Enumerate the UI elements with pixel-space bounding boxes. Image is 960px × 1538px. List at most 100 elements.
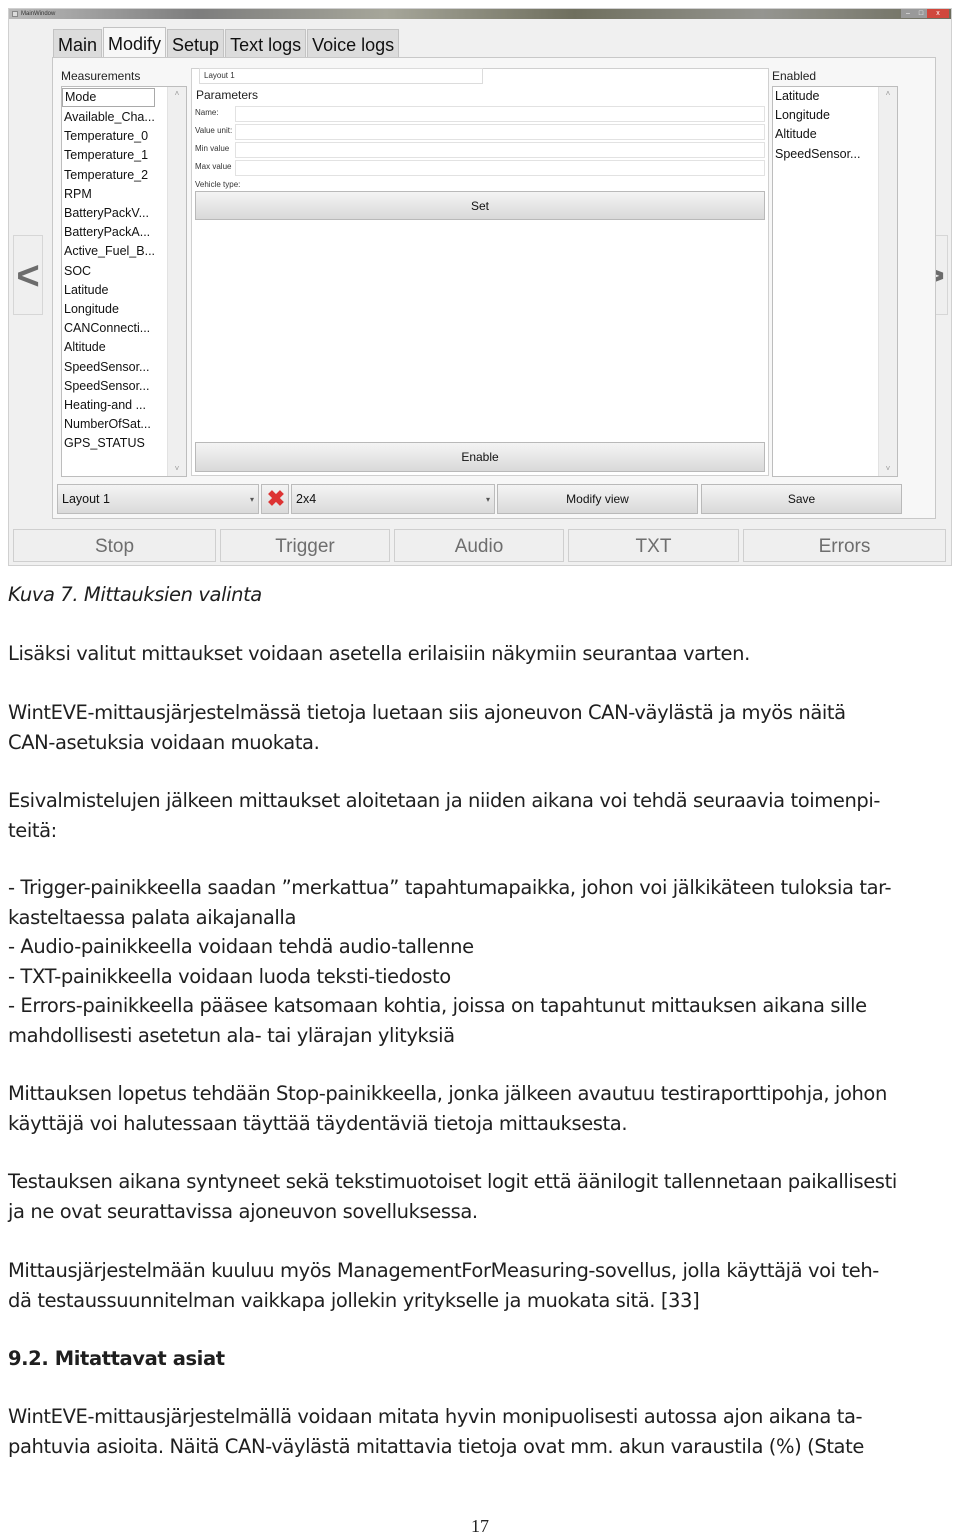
list-item[interactable]: Available_Cha... xyxy=(62,108,167,127)
param-row-min-value: Min value xyxy=(195,142,767,158)
page-number: 17 xyxy=(471,1516,489,1536)
tab-modify[interactable]: Modify xyxy=(103,27,167,57)
trigger-button[interactable]: Trigger xyxy=(220,529,390,562)
paragraph-2: WintEVE-mittausjärjestelmässä tietoja lu… xyxy=(8,698,952,757)
name-label: Name: xyxy=(195,108,219,117)
paragraph-line: Testauksen aikana syntyneet sekä tekstim… xyxy=(8,1170,897,1193)
previous-page-button[interactable]: < xyxy=(13,235,43,315)
paragraph-line: Mittausjärjestelmään kuuluu myös Managem… xyxy=(8,1259,879,1282)
enabled-list: Latitude Longitude Altitude SpeedSensor... … xyxy=(772,86,898,477)
layout-select[interactable]: Layout 1 ▾ xyxy=(57,484,259,514)
paragraph-3: Esivalmistelujen jälkeen mittaukset aloi… xyxy=(8,786,952,845)
max-value-label: Max value xyxy=(195,162,232,171)
list-item[interactable]: Temperature_2 xyxy=(62,166,167,185)
min-value-label: Min value xyxy=(195,144,230,153)
window-titlebar: MainWindow – □ x xyxy=(9,9,951,19)
parameters-title: Parameters xyxy=(196,88,259,102)
list-item[interactable]: Heating-and ... xyxy=(62,396,167,415)
scroll-down-icon[interactable]: ˅ xyxy=(168,462,186,476)
list-item[interactable]: CANConnecti... xyxy=(62,319,167,338)
list-item[interactable]: Temperature_1 xyxy=(62,146,167,165)
list-item[interactable]: Active_Fuel_B... xyxy=(62,242,167,261)
paragraph-line: WintEVE-mittausjärjestelmällä voidaan mi… xyxy=(8,1405,863,1428)
max-value-input[interactable] xyxy=(235,160,765,176)
heading-text: 9.2. Mitattavat asiat xyxy=(8,1347,225,1370)
list-item[interactable]: Longitude xyxy=(62,300,167,319)
measurements-items: Mode Available_Cha... Temperature_0 Tempera… xyxy=(62,87,167,476)
minimize-button[interactable]: – xyxy=(901,9,915,18)
scroll-up-icon[interactable]: ˄ xyxy=(168,87,186,101)
figure-caption: Kuva 7. Mittauksien valinta xyxy=(8,580,952,610)
list-item[interactable]: SpeedSensor... xyxy=(62,358,167,377)
tab-setup[interactable]: Setup xyxy=(167,29,225,57)
bullet-line: - TXT-painikkeella voidaan luoda teksti-… xyxy=(8,964,451,988)
tab-bar: Main Modify Setup Text logs Voice logs xyxy=(53,27,400,57)
layout-name-input[interactable]: Layout 1 xyxy=(199,68,483,84)
min-value-input[interactable] xyxy=(235,142,765,158)
paragraph-7: WintEVE-mittausjärjestelmällä voidaan mi… xyxy=(8,1402,952,1461)
bullet-line: mahdollisesti asetetun ala- tai ylärajan… xyxy=(8,1023,455,1047)
paragraph-line: käyttäjä voi halutessaan täyttää täydent… xyxy=(8,1111,628,1135)
audio-button[interactable]: Audio xyxy=(394,529,564,562)
measurements-scrollbar[interactable]: ˄ ˅ xyxy=(167,87,186,476)
errors-button[interactable]: Errors xyxy=(743,529,946,562)
scroll-up-icon[interactable]: ˄ xyxy=(879,87,897,101)
paragraph-5: Testauksen aikana syntyneet sekä tekstim… xyxy=(8,1167,952,1226)
list-item[interactable]: RPM xyxy=(62,185,167,204)
paragraph-line: pahtuvia asioita. Näitä CAN-väylästä mit… xyxy=(8,1434,864,1458)
list-item[interactable]: BatteryPackV... xyxy=(62,204,167,223)
param-row-max-value: Max value xyxy=(195,160,767,176)
maximize-button[interactable]: □ xyxy=(915,9,927,18)
paragraph-line: dä testaussuunnitelman vaikkapa jollekin… xyxy=(8,1288,700,1312)
close-button[interactable]: x xyxy=(927,9,949,18)
list-item[interactable]: Mode xyxy=(62,88,155,107)
list-item[interactable]: SpeedSensor... xyxy=(773,145,878,164)
param-row-name: Name: xyxy=(195,106,767,122)
caption-text: Kuva 7. Mittauksien valinta xyxy=(8,583,262,606)
save-button[interactable]: Save xyxy=(701,484,902,514)
list-item[interactable]: BatteryPackA... xyxy=(62,223,167,242)
stop-button[interactable]: Stop xyxy=(13,529,216,562)
enable-button[interactable]: Enable xyxy=(195,442,765,472)
window-title: MainWindow xyxy=(21,11,56,17)
list-item[interactable]: Latitude xyxy=(62,281,167,300)
paragraph-4: Mittauksen lopetus tehdään Stop-painikke… xyxy=(8,1079,952,1138)
tab-text-logs[interactable]: Text logs xyxy=(225,29,307,57)
txt-button[interactable]: TXT xyxy=(568,529,739,562)
grid-size-select[interactable]: 2x4 ▾ xyxy=(291,484,495,514)
enabled-label: Enabled xyxy=(772,69,817,83)
list-item[interactable]: NumberOfSat... xyxy=(62,415,167,434)
value-unit-input[interactable] xyxy=(235,124,765,140)
paragraph-line: Mittauksen lopetus tehdään Stop-painikke… xyxy=(8,1082,887,1105)
bullet-list: - Trigger-painikkeella saadan ”merkattua… xyxy=(8,873,952,1050)
value-unit-label: Value unit: xyxy=(195,126,233,135)
paragraph-line: WintEVE-mittausjärjestelmässä tietoja lu… xyxy=(8,701,846,724)
list-item[interactable]: Temperature_0 xyxy=(62,127,167,146)
scroll-down-icon[interactable]: ˅ xyxy=(879,462,897,476)
param-row-value-unit: Value unit: xyxy=(195,124,767,140)
list-item[interactable]: SpeedSensor... xyxy=(62,377,167,396)
paragraph-1: Lisäksi valitut mittaukset voidaan asete… xyxy=(8,639,952,669)
set-button[interactable]: Set xyxy=(195,191,765,220)
red-x-icon: ✖ xyxy=(266,486,286,511)
paragraph-line: ja ne ovat seurattavissa ajoneuvon sovel… xyxy=(8,1199,478,1223)
layout-select-value: Layout 1 xyxy=(62,492,110,506)
enabled-scrollbar[interactable]: ˄ ˅ xyxy=(878,87,897,476)
delete-layout-button[interactable]: ✖ xyxy=(261,484,289,514)
list-item[interactable]: Longitude xyxy=(773,106,878,125)
name-input[interactable] xyxy=(235,106,765,122)
list-item[interactable]: Latitude xyxy=(773,87,878,106)
modify-view-button[interactable]: Modify view xyxy=(497,484,698,514)
paragraph-line: CAN-asetuksia voidaan muokata. xyxy=(8,730,320,754)
list-item[interactable]: SOC xyxy=(62,262,167,281)
dropdown-arrow-icon: ▾ xyxy=(249,495,254,504)
tab-main[interactable]: Main xyxy=(53,29,103,57)
list-item[interactable]: Altitude xyxy=(62,338,167,357)
list-item[interactable]: GPS_STATUS xyxy=(62,434,167,453)
list-item[interactable]: Altitude xyxy=(773,125,878,144)
paragraph-line: teitä: xyxy=(8,818,57,842)
enabled-items: Latitude Longitude Altitude SpeedSensor... xyxy=(773,87,878,476)
tab-voice-logs[interactable]: Voice logs xyxy=(307,29,400,57)
bullet-line: - Trigger-painikkeella saadan ”merkattua… xyxy=(8,876,892,899)
measurements-label: Measurements xyxy=(61,69,141,83)
